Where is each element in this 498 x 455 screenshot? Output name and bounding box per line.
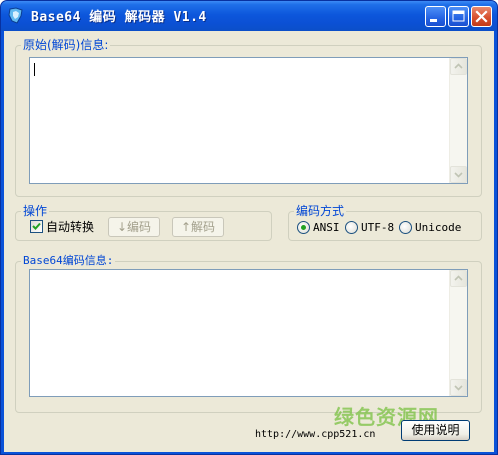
radio-unicode-label[interactable]: Unicode xyxy=(415,221,461,235)
scroll-up-button[interactable] xyxy=(450,58,467,75)
radio-ansi[interactable] xyxy=(297,221,310,234)
window-title: Base64 编码 解码器 V1.4 xyxy=(31,10,207,25)
auto-convert-checkbox[interactable] xyxy=(30,220,43,233)
base64-textarea[interactable] xyxy=(29,269,468,397)
website-url: http://www.cpp521.cn xyxy=(255,429,376,440)
encode-button[interactable]: ↓编码 xyxy=(108,217,160,237)
radio-utf8-label[interactable]: UTF-8 xyxy=(361,221,394,235)
checkmark-icon xyxy=(32,222,41,230)
maximize-icon xyxy=(452,10,465,22)
text-caret xyxy=(34,63,35,76)
base64-scrollbar[interactable] xyxy=(449,270,467,396)
maximize-button[interactable] xyxy=(448,6,469,27)
radio-selected-dot xyxy=(301,225,306,230)
client-area: 原始(解码)信息: 操作 自动转换 ↓编码 ↑解码 编码方式 ANSI UTF-… xyxy=(4,31,494,452)
minimize-icon xyxy=(430,19,437,22)
app-window: Base64 编码 解码器 V1.4 原始(解码)信息: 操作 自动转换 ↓编码… xyxy=(0,0,498,455)
radio-ansi-label[interactable]: ANSI xyxy=(313,221,340,235)
radio-unicode[interactable] xyxy=(399,221,412,234)
help-button[interactable]: 使用说明 xyxy=(401,420,470,441)
close-button[interactable] xyxy=(471,6,492,27)
arrow-up-icon xyxy=(454,275,463,281)
scroll-down-button[interactable] xyxy=(450,166,467,183)
source-group-label: 原始(解码)信息: xyxy=(21,38,111,52)
base64-group-label: Base64编码信息: xyxy=(21,254,116,268)
minimize-button[interactable] xyxy=(425,6,446,27)
close-icon xyxy=(475,10,488,23)
title-bar[interactable]: Base64 编码 解码器 V1.4 xyxy=(1,1,497,31)
encoding-group-label: 编码方式 xyxy=(294,204,347,218)
source-textarea[interactable] xyxy=(29,57,468,184)
app-icon[interactable] xyxy=(7,7,25,25)
scroll-up-button[interactable] xyxy=(450,270,467,287)
source-scrollbar[interactable] xyxy=(449,58,467,183)
scroll-down-button[interactable] xyxy=(450,379,467,396)
arrow-down-icon xyxy=(454,385,463,391)
auto-convert-label[interactable]: 自动转换 xyxy=(46,220,94,234)
arrow-up-icon xyxy=(454,63,463,69)
arrow-down-icon xyxy=(454,172,463,178)
decode-button[interactable]: ↑解码 xyxy=(172,217,224,237)
radio-utf8[interactable] xyxy=(345,221,358,234)
operation-group-label: 操作 xyxy=(21,204,50,218)
